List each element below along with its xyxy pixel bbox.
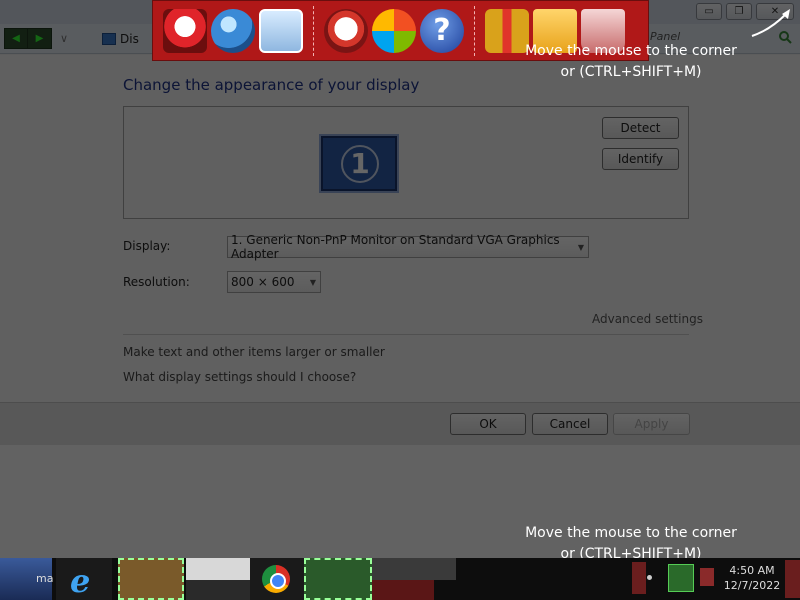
cancel-button[interactable]: Cancel: [532, 413, 608, 435]
corner-tip-top: Move the mouse to the corner or (CTRL+SH…: [520, 41, 742, 83]
windows-logo-icon[interactable]: [372, 8, 416, 53]
breadcrumb-label: Dis: [120, 32, 139, 46]
taskbar-thumbnail: [372, 558, 456, 580]
resolution-label: Resolution:: [123, 275, 190, 289]
back-arrow-icon: ◀: [12, 33, 20, 44]
resolution-select[interactable]: 800 × 600 ▼: [227, 271, 321, 293]
tray-dot: [647, 575, 652, 580]
forward-arrow-icon: ▶: [35, 33, 44, 44]
advanced-settings-link[interactable]: Advanced settings: [592, 312, 703, 326]
page-title: Change the appearance of your display: [123, 76, 420, 94]
control-panel-icon[interactable]: [259, 8, 303, 53]
main-content: Change the appearance of your display 1 …: [0, 55, 800, 402]
monitor-number: 1: [341, 145, 379, 183]
chevron-down-icon: ▼: [577, 243, 584, 252]
corner-hint-arrow-icon: [751, 9, 790, 37]
santa-app-label: ma: [36, 572, 54, 585]
minimize-icon: ▭: [704, 6, 714, 17]
maximize-icon: ❐: [734, 6, 744, 17]
control-panel-taskbar-button[interactable]: [304, 558, 372, 600]
display-settings-window: ▭ ❐ ✕ ◀ ▶ ∨ Dis Panel Change the appeara…: [0, 0, 800, 560]
breadcrumb[interactable]: Dis: [102, 29, 139, 49]
internet-explorer-button[interactable]: e: [56, 558, 112, 600]
clock-date: 12/7/2022: [723, 579, 781, 592]
dock-separator: [474, 5, 475, 56]
clock-time: 4:50 AM: [729, 564, 775, 577]
snowman-icon[interactable]: [324, 8, 368, 53]
forward-button[interactable]: ▶: [28, 28, 52, 49]
display-icon: [102, 33, 116, 45]
globe-icon[interactable]: [211, 8, 255, 53]
chevron-down-icon: ▼: [309, 278, 316, 287]
tray-icon[interactable]: [632, 562, 646, 594]
santa-app-button[interactable]: ma: [0, 558, 54, 600]
display-label: Display:: [123, 239, 171, 253]
display-select[interactable]: 1. Generic Non-PnP Monitor on Standard V…: [227, 233, 589, 261]
internet-explorer-icon: e: [70, 562, 91, 600]
monitor-1-icon[interactable]: 1: [319, 134, 399, 193]
tip-line-1: Move the mouse to the corner: [525, 43, 737, 59]
tip-line-2: or (CTRL+SHIFT+M): [560, 64, 702, 80]
divider: [123, 334, 689, 335]
help-icon[interactable]: ?: [420, 8, 464, 53]
monitor-preview-panel: 1 Detect Identify: [123, 106, 689, 219]
apply-button[interactable]: Apply: [613, 413, 690, 435]
nav-buttons: ◀ ▶: [4, 28, 52, 49]
dialog-footer: OK Cancel Apply: [0, 402, 800, 445]
ok-button[interactable]: OK: [450, 413, 526, 435]
taskbar-clock[interactable]: 4:50 AM 12/7/2022: [722, 563, 782, 593]
detect-button[interactable]: Detect: [602, 117, 679, 139]
taskbar: ma e 4:50 AM 12/7/2022: [0, 558, 800, 600]
tip-line-1: Move the mouse to the corner: [525, 525, 737, 541]
back-button[interactable]: ◀: [4, 28, 28, 49]
recent-pages-chevron-icon[interactable]: ∨: [60, 32, 68, 45]
identify-button[interactable]: Identify: [602, 148, 679, 170]
minimize-button[interactable]: ▭: [696, 3, 722, 20]
dock-separator: [313, 5, 314, 56]
resolution-select-value: 800 × 600: [231, 275, 295, 289]
display-help-link[interactable]: What display settings should I choose?: [123, 370, 356, 384]
chrome-button[interactable]: [250, 558, 304, 600]
volume-icon[interactable]: [700, 568, 714, 586]
chrome-icon: [262, 565, 290, 593]
explorer-button[interactable]: [118, 558, 184, 600]
network-icon[interactable]: [668, 564, 694, 592]
text-size-link[interactable]: Make text and other items larger or smal…: [123, 345, 385, 359]
show-desktop-button[interactable]: [785, 560, 800, 598]
display-select-value: 1. Generic Non-PnP Monitor on Standard V…: [231, 233, 560, 261]
santa-computer-icon[interactable]: [163, 8, 207, 53]
